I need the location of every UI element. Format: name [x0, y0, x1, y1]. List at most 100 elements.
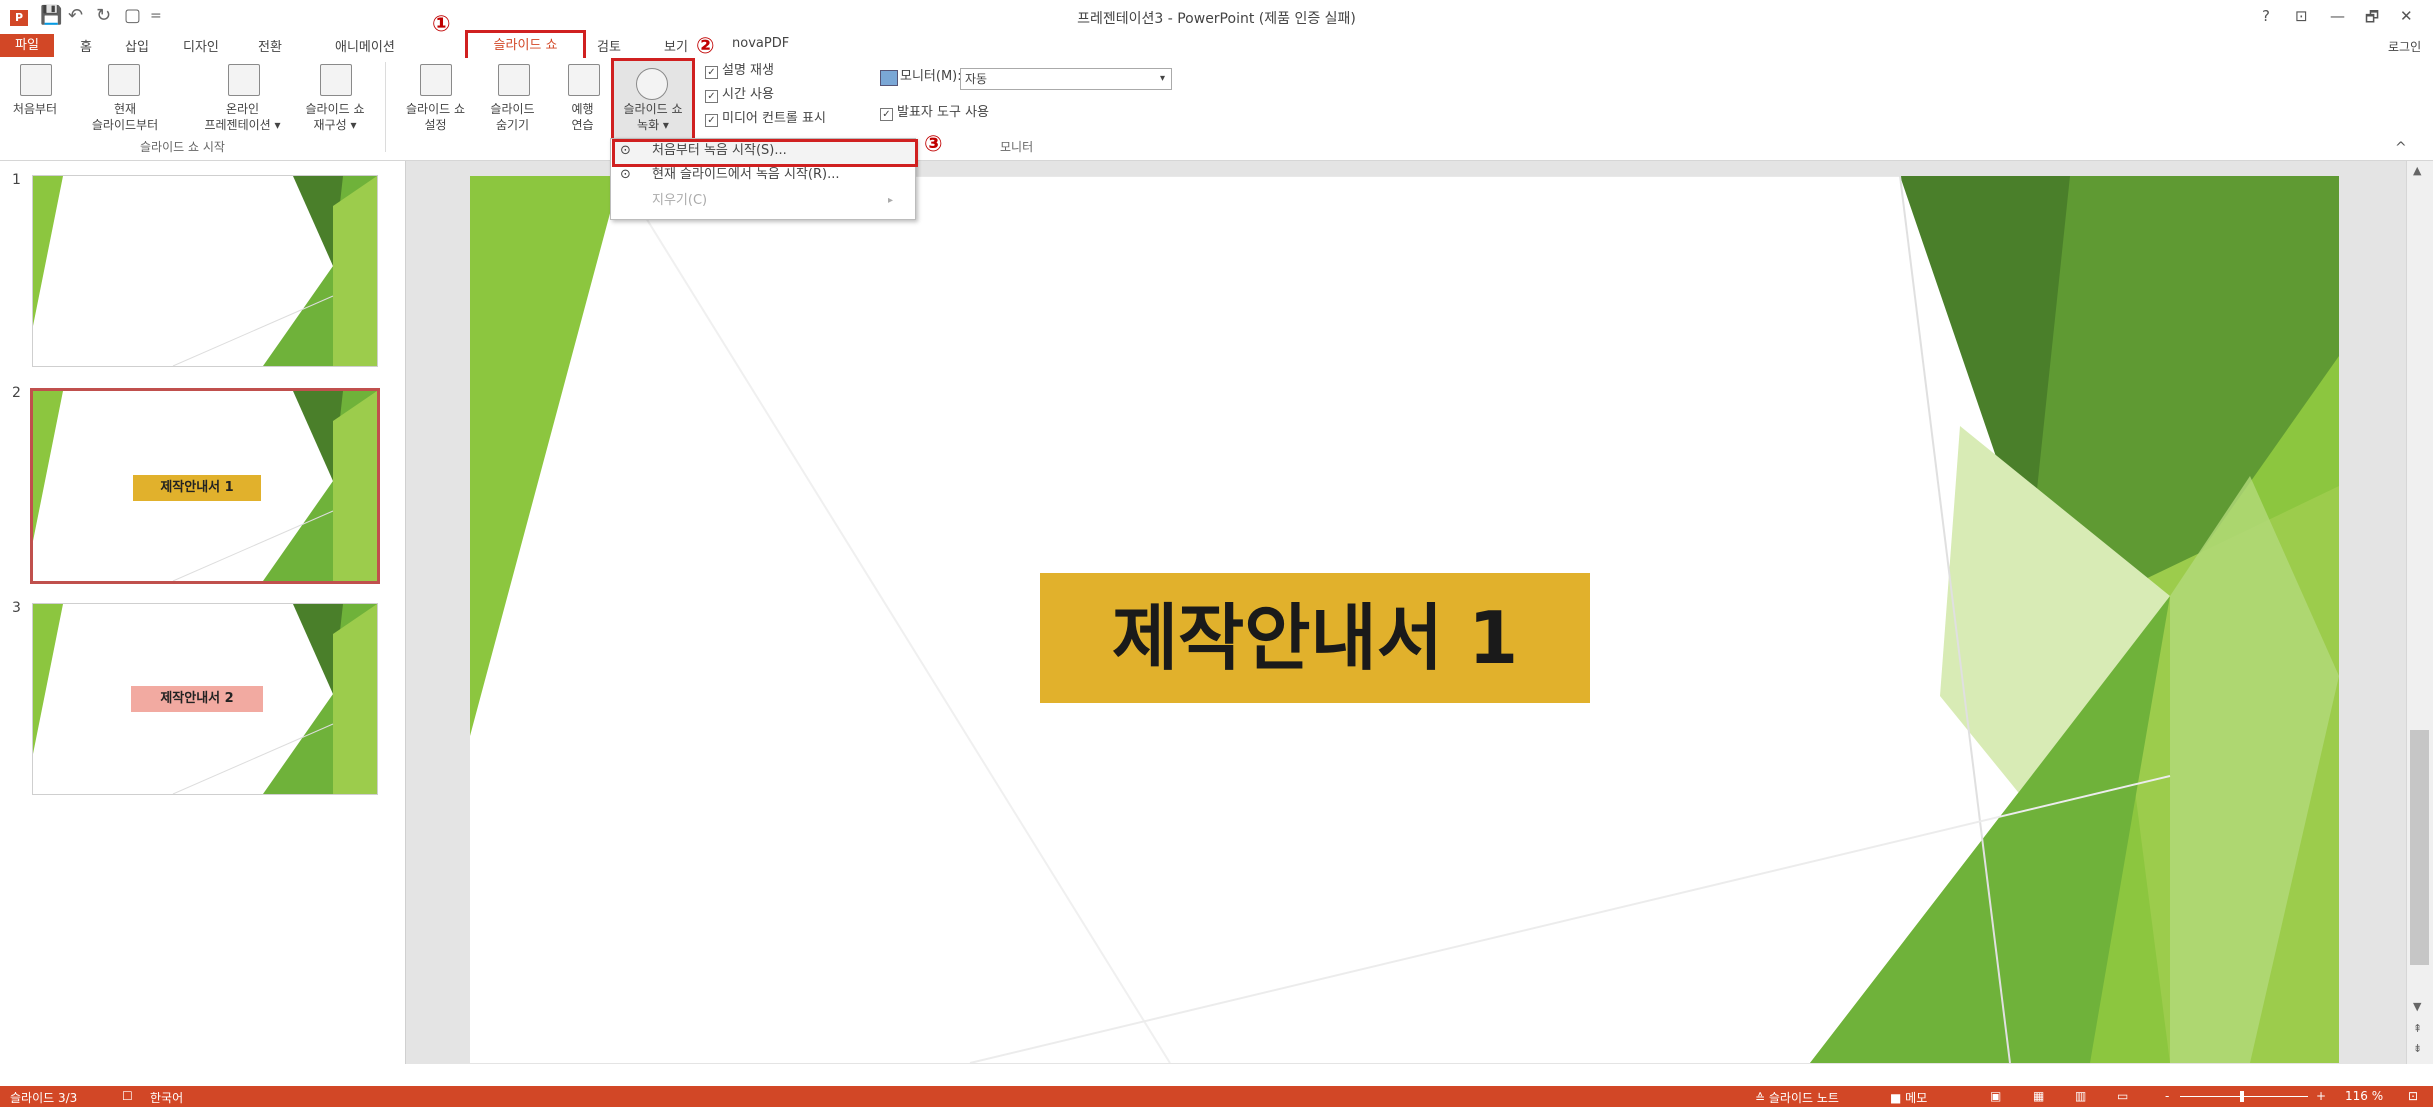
ribbon-display-options-icon[interactable]: ⊡ — [2295, 7, 2308, 25]
monitor-select-value: 자동 — [965, 72, 988, 86]
custom-slideshow-label-1[interactable]: 슬라이드 쇼 — [295, 102, 375, 117]
submenu-arrow-icon: ▸ — [888, 195, 894, 206]
collapse-ribbon-icon[interactable]: ^ — [2395, 140, 2407, 156]
fit-slide-icon[interactable]: ⊡ — [2408, 1089, 2418, 1103]
tab-insert[interactable]: 삽입 — [125, 36, 149, 55]
setup-slideshow-icon[interactable] — [420, 64, 452, 96]
record-icon: ⊙ — [620, 143, 631, 158]
check-play-narrations[interactable]: ✓ 설명 재생 — [705, 62, 774, 80]
check-presenter-view-label: 발표자 도구 사용 — [897, 105, 989, 120]
tab-novapdf[interactable]: novaPDF — [732, 36, 789, 51]
notes-button[interactable]: ≙ 슬라이드 노트 — [1755, 1089, 1839, 1106]
custom-slideshow-label-2[interactable]: 재구성 ▾ — [295, 118, 375, 133]
window-title: 프레젠테이션3 - PowerPoint (제품 인증 실패) — [1077, 11, 1356, 27]
group-label-start: 슬라이드 쇼 시작 — [140, 140, 225, 154]
check-presenter-view[interactable]: ✓ 발표자 도구 사용 — [880, 104, 989, 122]
zoom-slider[interactable] — [2180, 1096, 2308, 1097]
menu-item-clear[interactable]: 지우기(C) — [652, 190, 707, 212]
check-show-media-controls[interactable]: ✓ 미디어 컨트롤 표시 — [705, 110, 826, 128]
minimize-icon[interactable]: — — [2330, 7, 2345, 25]
chevron-down-icon: ▾ — [1159, 73, 1165, 84]
reading-view-icon[interactable]: ▥ — [2075, 1089, 2086, 1103]
monitor-select[interactable]: 자동 ▾ — [960, 68, 1172, 90]
slide-sorter-icon[interactable]: ▦ — [2033, 1089, 2044, 1103]
check-use-timings[interactable]: ✓ 시간 사용 — [705, 86, 774, 104]
restore-icon[interactable]: 🗗 — [2365, 7, 2379, 32]
custom-slideshow-icon[interactable] — [320, 64, 352, 96]
menu-item-record-from-current[interactable]: 현재 슬라이드에서 녹음 시작(R)... — [652, 164, 840, 186]
callout-2: ② — [696, 34, 715, 59]
slide-thumbnail-1[interactable] — [32, 175, 378, 367]
help-button[interactable]: ? — [2262, 7, 2270, 25]
checkbox-checked-icon: ✓ — [880, 108, 893, 121]
slide-title-box[interactable]: 제작안내서 1 — [1040, 573, 1590, 703]
tab-design[interactable]: 디자인 — [183, 36, 219, 55]
rehearse-timings-label-1[interactable]: 예행 — [560, 102, 605, 117]
rehearse-timings-icon[interactable] — [568, 64, 600, 96]
ribbon-separator — [385, 62, 386, 152]
normal-view-icon[interactable]: ▣ — [1990, 1089, 2001, 1103]
signin-link[interactable]: 로그인 — [2388, 38, 2421, 55]
thumb-number-2: 2 — [12, 385, 21, 401]
slide-thumbnail-2[interactable]: 제작안내서 1 — [30, 388, 380, 584]
scroll-up-icon[interactable]: ▲ — [2413, 164, 2421, 177]
present-online-label-1[interactable]: 온라인 — [185, 102, 300, 117]
menu-item-record-from-beginning-label: 처음부터 녹음 시작(S)... — [652, 143, 787, 158]
close-icon[interactable]: ✕ — [2400, 7, 2413, 25]
record-slideshow-icon — [636, 68, 668, 100]
thumb-number-3: 3 — [12, 600, 21, 616]
next-slide-icon[interactable]: ⇟ — [2413, 1042, 2422, 1055]
checkbox-checked-icon: ✓ — [705, 66, 718, 79]
thumb-number-1: 1 — [12, 172, 21, 188]
tab-transitions[interactable]: 전환 — [258, 36, 282, 55]
tab-review[interactable]: 검토 — [597, 36, 621, 55]
record-slideshow-label-2: 녹화 ▾ — [637, 118, 669, 132]
from-current-slide-label-1[interactable]: 현재 — [80, 102, 170, 117]
tab-animations[interactable]: 애니메이션 — [335, 36, 395, 55]
present-online-label-2[interactable]: 프레젠테이션 ▾ — [185, 118, 300, 133]
language[interactable]: 한국어 — [150, 1089, 183, 1106]
check-play-narrations-label: 설명 재생 — [722, 63, 774, 78]
rehearse-timings-label-2[interactable]: 연습 — [560, 118, 605, 133]
monitor-label: 모니터(M): — [900, 69, 962, 84]
check-show-media-controls-label: 미디어 컨트롤 표시 — [722, 111, 826, 126]
tab-home[interactable]: 홈 — [80, 36, 92, 55]
slideshow-view-icon[interactable]: ▭ — [2117, 1089, 2128, 1103]
zoom-out-button[interactable]: - — [2165, 1089, 2169, 1103]
slide-background-graphic — [33, 176, 377, 366]
setup-slideshow-label-1[interactable]: 슬라이드 쇼 — [393, 102, 478, 117]
group-label-monitor: 모니터 — [1000, 140, 1034, 154]
setup-slideshow-label-2[interactable]: 설정 — [393, 118, 478, 133]
thumb-title-3: 제작안내서 2 — [131, 686, 263, 712]
zoom-slider-handle[interactable] — [2240, 1091, 2244, 1102]
hide-slide-label-2[interactable]: 숨기기 — [475, 118, 550, 133]
status-bar — [0, 1086, 2433, 1107]
check-use-timings-label: 시간 사용 — [722, 87, 774, 102]
hide-slide-label-1[interactable]: 슬라이드 — [475, 102, 550, 117]
spellcheck-icon[interactable]: ☐ — [122, 1089, 133, 1103]
tab-view[interactable]: 보기 — [664, 36, 688, 55]
checkbox-checked-icon: ✓ — [705, 114, 718, 127]
tab-file[interactable]: 파일 — [0, 34, 54, 57]
checkbox-checked-icon: ✓ — [705, 90, 718, 103]
zoom-level[interactable]: 116 % — [2345, 1089, 2383, 1103]
from-beginning-label[interactable]: 처음부터 — [0, 102, 70, 117]
scroll-down-icon[interactable]: ▼ — [2413, 1000, 2421, 1013]
slide-count: 슬라이드 3/3 — [10, 1091, 78, 1105]
monitor-icon — [880, 70, 898, 86]
thumb-title-2: 제작안내서 1 — [133, 475, 261, 501]
present-online-icon[interactable] — [228, 64, 260, 96]
slide-thumbnail-3[interactable]: 제작안내서 2 — [32, 603, 378, 795]
from-current-slide-label-2[interactable]: 슬라이드부터 — [80, 118, 170, 133]
callout-3: ③ — [924, 132, 943, 157]
slide-title: 제작안내서 1 — [1111, 596, 1519, 680]
from-current-slide-icon[interactable] — [108, 64, 140, 96]
hide-slide-icon[interactable] — [498, 64, 530, 96]
from-beginning-icon[interactable] — [20, 64, 52, 96]
record-icon: ⊙ — [620, 167, 631, 182]
record-slideshow-label-1: 슬라이드 쇼 — [623, 102, 683, 116]
zoom-in-button[interactable]: + — [2316, 1089, 2326, 1103]
comments-button[interactable]: ■ 메모 — [1890, 1089, 1927, 1106]
previous-slide-icon[interactable]: ⇞ — [2413, 1022, 2422, 1035]
scrollbar-thumb[interactable] — [2410, 730, 2429, 965]
